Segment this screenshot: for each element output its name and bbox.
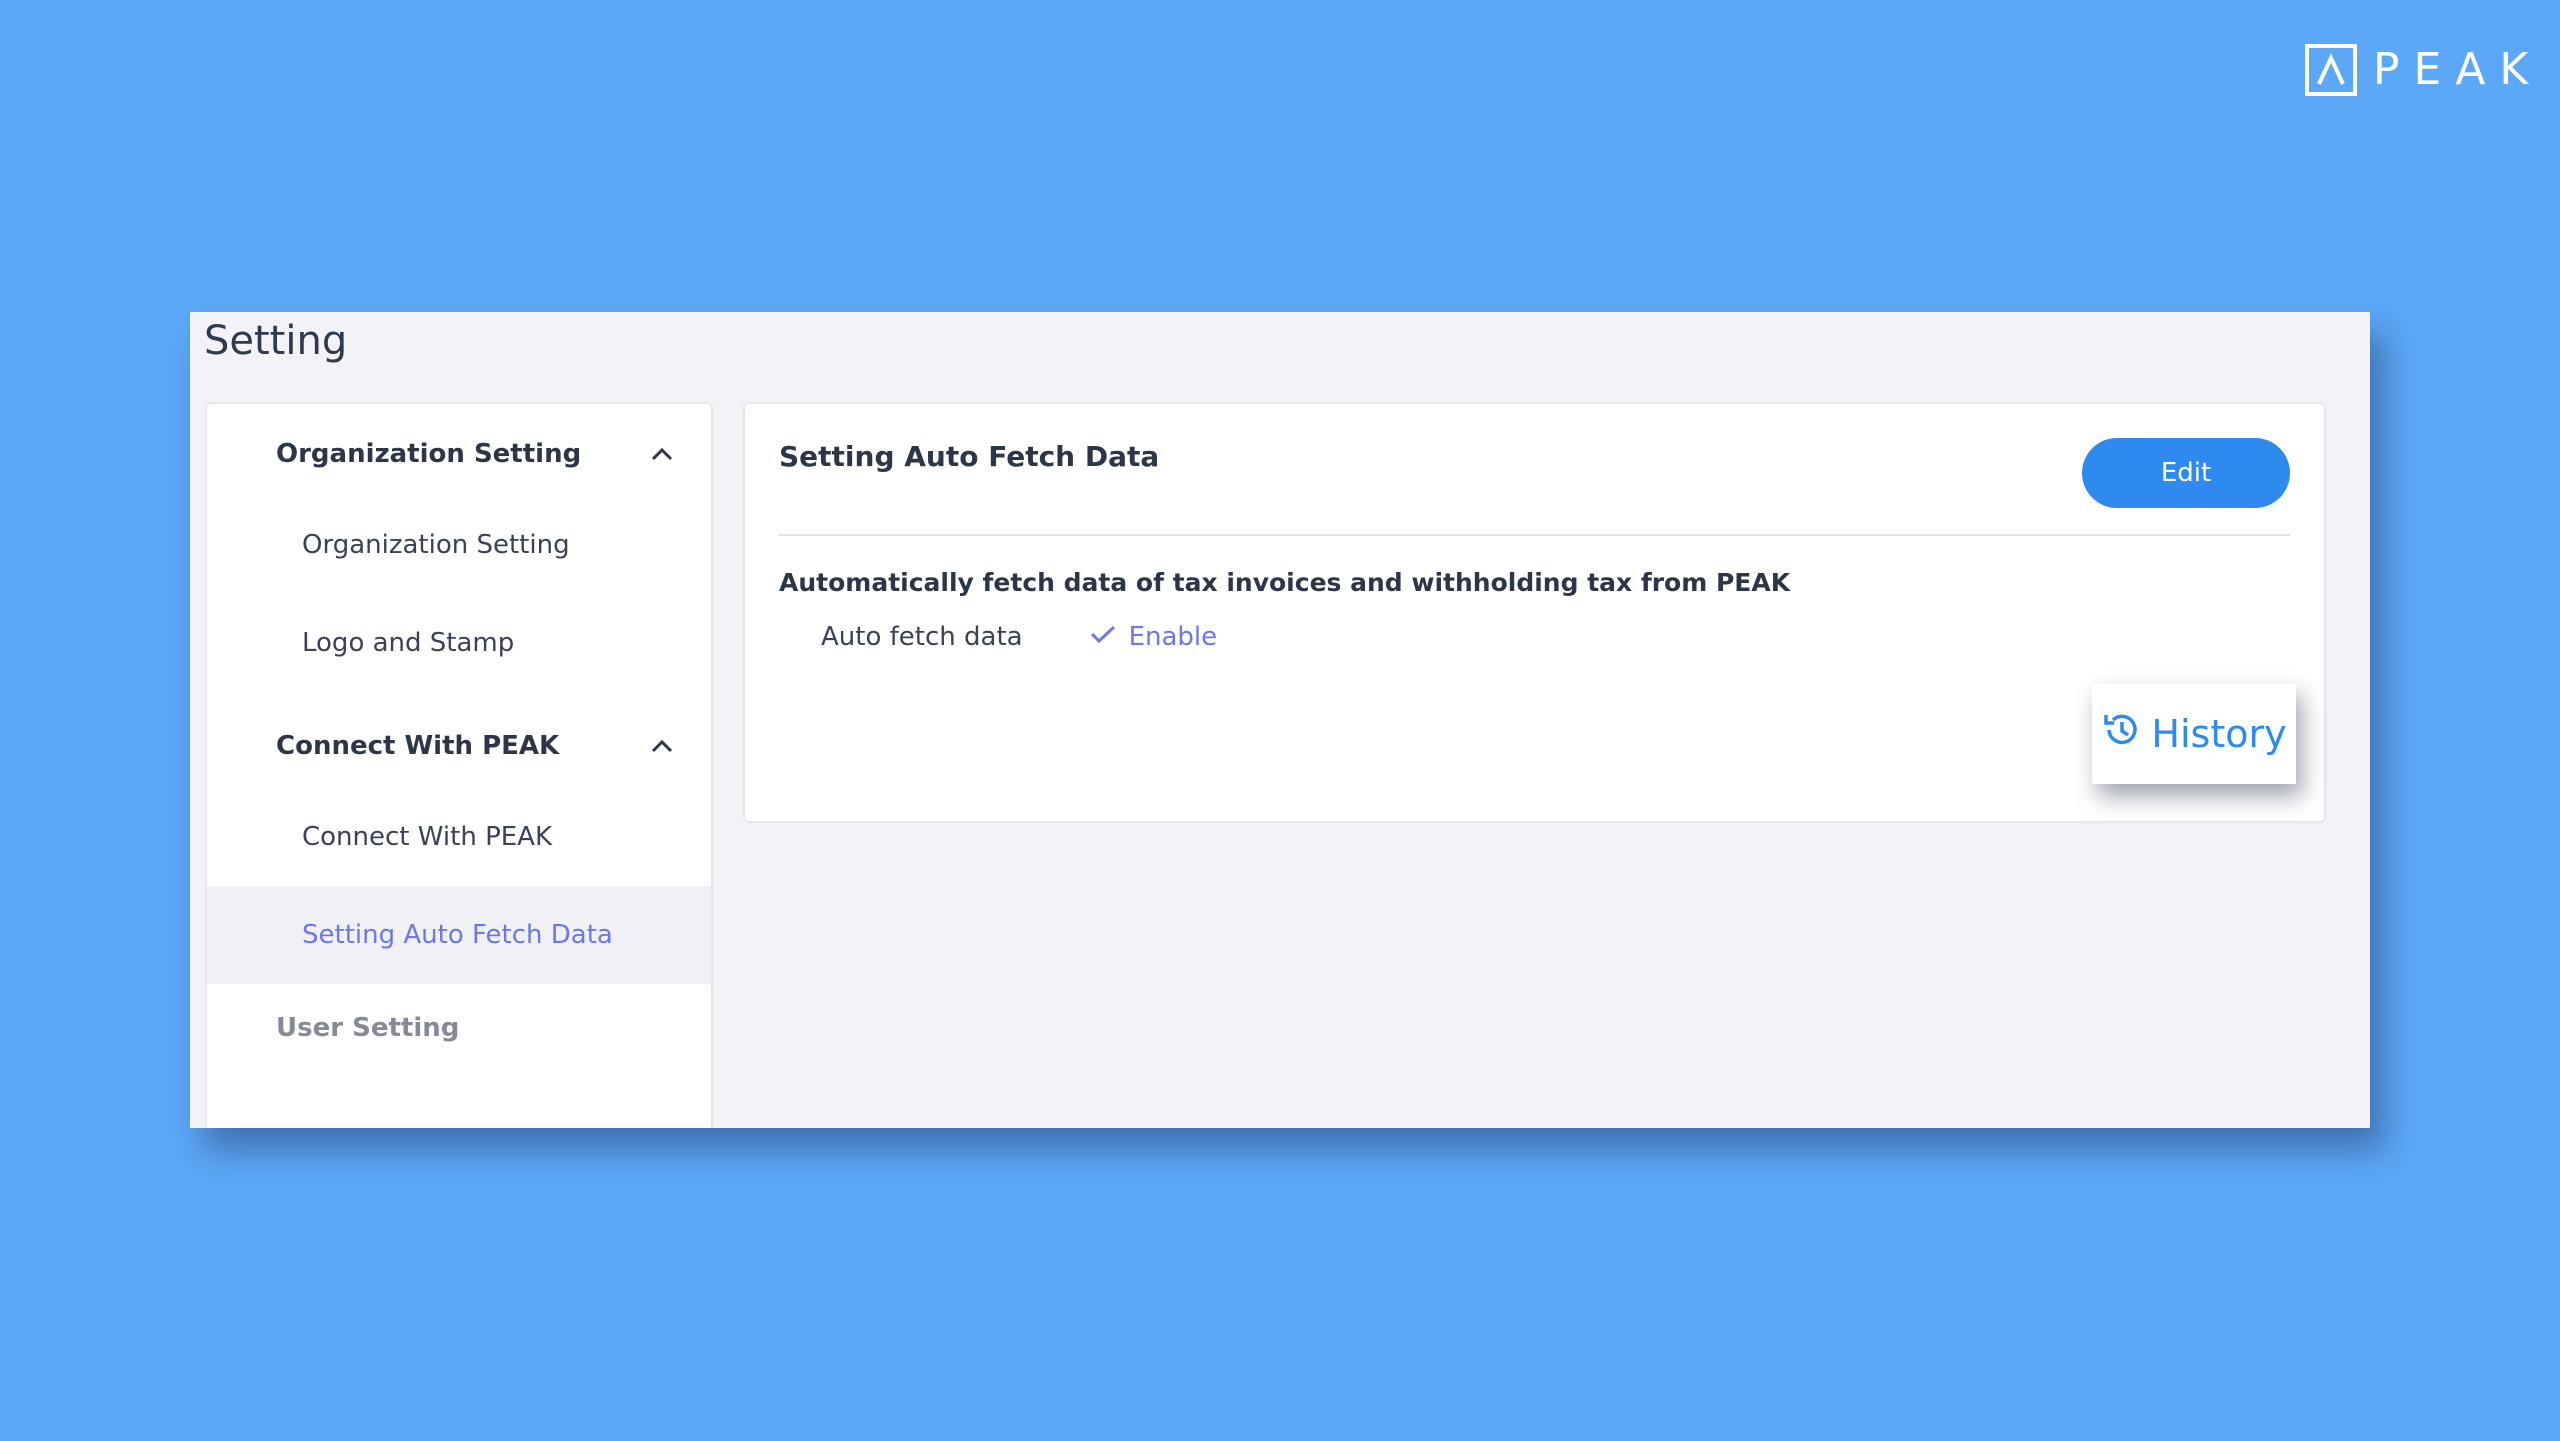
sidebar-item-setting-auto-fetch-data[interactable]: Setting Auto Fetch Data bbox=[207, 886, 711, 984]
peak-logo-mark-icon bbox=[2305, 44, 2357, 96]
sidebar-group-organization-setting[interactable]: Organization Setting bbox=[207, 426, 711, 482]
auto-fetch-data-status: Enable bbox=[1089, 622, 1218, 652]
auto-fetch-data-row: Auto fetch data Enable bbox=[821, 622, 1217, 652]
auto-fetch-settings-card: Setting Auto Fetch Data Edit Automatical… bbox=[743, 402, 2326, 823]
sidebar-item-label: Connect With PEAK bbox=[302, 822, 553, 852]
history-button[interactable]: History bbox=[2092, 684, 2296, 784]
edit-button[interactable]: Edit bbox=[2082, 438, 2290, 508]
sidebar-item-organization-setting[interactable]: Organization Setting bbox=[207, 496, 711, 594]
sidebar-group-label: Organization Setting bbox=[276, 439, 582, 469]
card-title: Setting Auto Fetch Data bbox=[779, 440, 1160, 473]
sidebar-group-connect-with-peak[interactable]: Connect With PEAK bbox=[207, 718, 711, 774]
sidebar-item-logo-and-stamp[interactable]: Logo and Stamp bbox=[207, 594, 711, 692]
peak-logo: PEAK bbox=[2305, 44, 2542, 96]
sidebar-item-label: Logo and Stamp bbox=[302, 628, 515, 658]
chevron-up-icon[interactable] bbox=[647, 439, 677, 469]
check-icon bbox=[1089, 622, 1117, 652]
sidebar-item-label: Setting Auto Fetch Data bbox=[302, 920, 613, 950]
auto-fetch-data-label: Auto fetch data bbox=[821, 622, 1023, 652]
divider bbox=[779, 534, 2290, 536]
peak-logo-text: PEAK bbox=[2373, 44, 2543, 95]
sidebar-item-label: User Setting bbox=[276, 1013, 460, 1043]
settings-sidebar: Organization Setting Organization Settin… bbox=[205, 402, 713, 1128]
auto-fetch-description: Automatically fetch data of tax invoices… bbox=[779, 568, 1791, 597]
sidebar-item-connect-with-peak[interactable]: Connect With PEAK bbox=[207, 788, 711, 886]
page-title: Setting bbox=[204, 318, 348, 364]
chevron-up-icon[interactable] bbox=[647, 731, 677, 761]
settings-window: Setting Organization Setting Organizatio… bbox=[190, 312, 2370, 1128]
sidebar-group-label: Connect With PEAK bbox=[276, 731, 560, 761]
sidebar-item-label: Organization Setting bbox=[302, 530, 570, 560]
auto-fetch-data-value: Enable bbox=[1128, 622, 1218, 652]
sidebar-item-user-setting[interactable]: User Setting bbox=[207, 998, 711, 1058]
history-icon bbox=[2101, 710, 2141, 759]
history-label: History bbox=[2151, 712, 2287, 756]
